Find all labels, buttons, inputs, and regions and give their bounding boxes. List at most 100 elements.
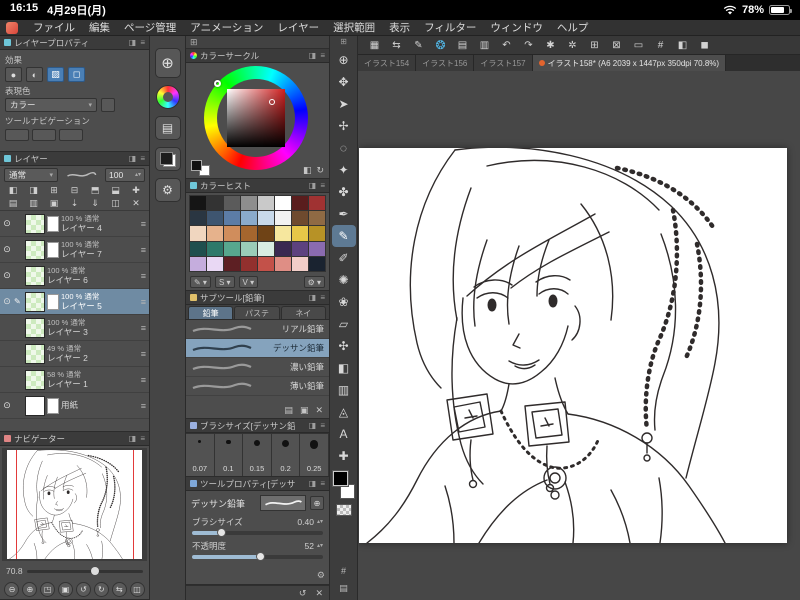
- eyedropper-tool[interactable]: ✤: [332, 181, 356, 203]
- add-effect-icon[interactable]: ✚: [129, 185, 143, 196]
- clear-icon[interactable]: ✱: [542, 38, 559, 53]
- value-button[interactable]: V ▾: [238, 276, 259, 288]
- color-swatch[interactable]: [258, 226, 274, 241]
- collapse-panel-icon[interactable]: ◨: [309, 293, 317, 302]
- color-swatch[interactable]: [190, 256, 206, 271]
- create-layer-mask-icon[interactable]: ◫: [109, 198, 123, 209]
- add-palette-icon[interactable]: ⊞: [190, 37, 198, 48]
- panel-menu-icon[interactable]: ≡: [140, 38, 145, 47]
- tool-navigation-button[interactable]: ⊕: [154, 48, 181, 78]
- layer-menu-icon[interactable]: ≡: [141, 297, 147, 307]
- subtool-detail-icon[interactable]: ⊕: [310, 496, 324, 510]
- collapse-panel-icon[interactable]: ◨: [129, 434, 137, 443]
- color-swatch[interactable]: [275, 196, 291, 211]
- layer-row[interactable]: ⊙ 100 % 通常 レイヤー 4 ≡: [0, 211, 149, 237]
- merge-with-layer-below-icon[interactable]: ⇓: [88, 198, 102, 209]
- color-swatch[interactable]: [207, 256, 223, 271]
- layer-visibility-icon[interactable]: ⊙: [2, 296, 12, 307]
- layer-color-icon[interactable]: ▨: [47, 67, 64, 82]
- color-swatch[interactable]: [241, 241, 257, 256]
- color-swatch[interactable]: [207, 226, 223, 241]
- menu-item-3[interactable]: ページ管理: [117, 20, 183, 35]
- brush-size-preset[interactable]: 0.1: [214, 434, 244, 476]
- menu-item-9[interactable]: ウィンドウ: [483, 20, 550, 35]
- color-swatch[interactable]: [258, 196, 274, 211]
- subtool-item[interactable]: 薄い鉛筆: [186, 377, 329, 396]
- auto-select-tool[interactable]: ✦: [332, 159, 356, 181]
- tool-property-settings-icon[interactable]: ⚙: [317, 570, 325, 581]
- slider-track[interactable]: [192, 552, 323, 561]
- canvas[interactable]: [359, 148, 787, 543]
- import-icon[interactable]: ▥: [476, 38, 493, 53]
- color-swatch[interactable]: [207, 196, 223, 211]
- undo-icon[interactable]: ↶: [498, 38, 515, 53]
- layer-row[interactable]: ⊙ 用紙 ≡: [0, 393, 149, 419]
- slider-handle[interactable]: [256, 552, 266, 561]
- current-color-chips[interactable]: [191, 160, 213, 176]
- brush-size-preset[interactable]: 0.07: [186, 434, 215, 476]
- square-circle-toggle-icon[interactable]: ◧: [303, 165, 312, 176]
- color-swatch[interactable]: [224, 211, 240, 226]
- transfer-to-layer-below-icon[interactable]: ⇣: [68, 198, 82, 209]
- canvas-tab-2[interactable]: イラスト156: [416, 55, 475, 71]
- color-slider-palette-button[interactable]: ▤: [154, 116, 181, 140]
- collapse-panel-icon[interactable]: ◨: [309, 479, 317, 488]
- subtool-group-tab-1[interactable]: 鉛筆: [188, 306, 234, 319]
- color-swatch[interactable]: [292, 256, 308, 271]
- workspace-grid-icon[interactable]: ▦: [366, 38, 383, 53]
- gradient-tool[interactable]: ▥: [332, 379, 356, 401]
- hsv-toggle-icon[interactable]: ↻: [316, 165, 324, 176]
- tool-nav-slot-1[interactable]: [5, 129, 29, 141]
- menu-item-8[interactable]: フィルター: [417, 20, 483, 35]
- layer-menu-icon[interactable]: ≡: [141, 375, 147, 385]
- brush-size-preset[interactable]: 0.25: [300, 434, 329, 476]
- collapse-panel-icon[interactable]: ◨: [309, 421, 317, 430]
- color-swatch[interactable]: [292, 211, 308, 226]
- selection-tool[interactable]: ◌: [332, 137, 356, 159]
- delete-subtool-icon[interactable]: ✕: [315, 405, 323, 416]
- color-swatch[interactable]: [258, 256, 274, 271]
- color-swatch[interactable]: [309, 256, 325, 271]
- color-swatch[interactable]: [292, 196, 308, 211]
- reset-settings-icon[interactable]: ↺: [299, 588, 307, 599]
- subtool-group-tab-3[interactable]: ネイ: [280, 306, 326, 319]
- color-swatch[interactable]: [275, 226, 291, 241]
- border-effect-icon[interactable]: ●: [5, 67, 22, 82]
- color-swatch[interactable]: [258, 241, 274, 256]
- color-swatch[interactable]: [309, 226, 325, 241]
- navigator-zoom-slider[interactable]: [26, 566, 143, 575]
- fill-command-icon[interactable]: ✲: [564, 38, 581, 53]
- tone-effect-icon[interactable]: ◐: [26, 67, 43, 82]
- collapse-panel-icon[interactable]: ◨: [309, 181, 317, 190]
- new-subtool-icon[interactable]: ▤: [284, 405, 293, 416]
- pencil-tool[interactable]: ✎: [331, 225, 356, 247]
- layer-row[interactable]: ⊙ ✎ 100 % 通常 レイヤー 5 ≡: [0, 289, 149, 315]
- hue-ring[interactable]: [204, 66, 308, 170]
- subtool-item[interactable]: 濃い鉛筆: [186, 358, 329, 377]
- scale-rotate-icon[interactable]: ⊞: [586, 38, 603, 53]
- pen-settings-icon[interactable]: ✎: [410, 38, 427, 53]
- hue-marker[interactable]: [214, 80, 221, 87]
- canvas-tab-4[interactable]: イラスト158* (A6 2039 x 1447px 350dpi 70.8%): [532, 55, 727, 71]
- color-swatch[interactable]: [224, 241, 240, 256]
- subtool-item[interactable]: リアル鉛筆: [186, 320, 329, 339]
- layer-menu-icon[interactable]: ≡: [141, 323, 147, 333]
- brush-tool[interactable]: ✐: [332, 247, 356, 269]
- collapse-panel-icon[interactable]: ◨: [129, 154, 137, 163]
- layer-move-tool[interactable]: ✢: [332, 115, 356, 137]
- color-swatch[interactable]: [292, 226, 308, 241]
- color-wheel-palette-button[interactable]: [155, 85, 180, 109]
- enable-mask-icon[interactable]: ⊟: [68, 185, 82, 196]
- panel-menu-icon[interactable]: ≡: [320, 421, 325, 430]
- new-canvas-icon[interactable]: ▤: [454, 38, 471, 53]
- fill-tool[interactable]: ◧: [332, 357, 356, 379]
- brush-size-preset[interactable]: 0.2: [271, 434, 301, 476]
- tool-nav-slot-2[interactable]: [32, 129, 56, 141]
- eraser-tool[interactable]: ▱: [332, 313, 356, 335]
- color-swatch[interactable]: [207, 241, 223, 256]
- color-swatch[interactable]: [190, 211, 206, 226]
- selection-launcher-icon[interactable]: ▭: [630, 38, 647, 53]
- blend-tool[interactable]: ✣: [332, 335, 356, 357]
- menu-item-5[interactable]: レイヤー: [270, 20, 326, 35]
- sv-marker[interactable]: [269, 99, 275, 105]
